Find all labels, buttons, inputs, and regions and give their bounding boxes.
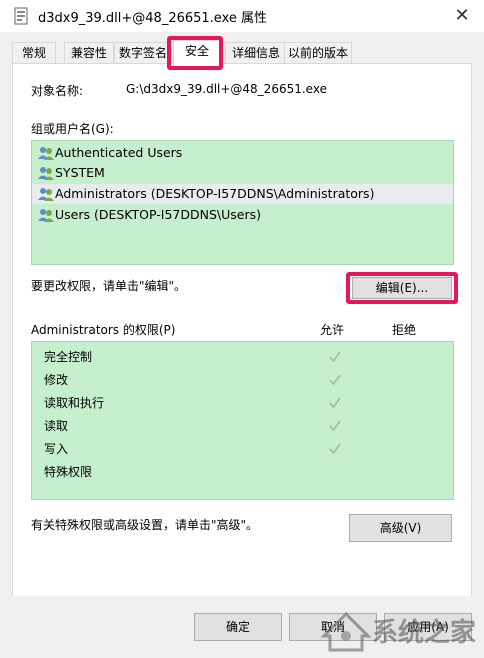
permissions-listbox: 完全控制 修改 读取和执行 读取 写入 特殊权限 <box>31 341 454 500</box>
permission-name: 特殊权限 <box>44 465 93 479</box>
check-icon <box>329 443 341 455</box>
permission-name: 读取 <box>44 419 69 433</box>
edit-hint: 要更改权限，请单击"编辑"。 <box>31 279 187 293</box>
list-item[interactable]: SYSTEM <box>32 163 453 183</box>
check-icon <box>329 351 341 363</box>
permission-row: 特殊权限 <box>32 461 453 483</box>
advanced-hint: 有关特殊权限或高级设置，请单击"高级"。 <box>31 518 259 532</box>
title-bar: d3dx9_39.dll+@48_26651.exe 属性 ✕ <box>0 0 484 32</box>
check-icon <box>329 397 341 409</box>
permission-name: 修改 <box>44 373 69 387</box>
object-name-value: G:\d3dx9_39.dll+@48_26651.exe <box>126 82 327 96</box>
user-name: Authenticated Users <box>55 145 183 160</box>
list-item[interactable]: Authenticated Users <box>32 143 453 163</box>
tab-digital-signatures[interactable]: 数字签名 <box>114 42 172 63</box>
permission-row: 修改 <box>32 369 453 391</box>
tab-previous-versions[interactable]: 以前的版本 <box>284 42 352 63</box>
permission-name: 读取和执行 <box>44 396 105 410</box>
permission-row: 读取 <box>32 415 453 437</box>
list-item[interactable]: Users (DESKTOP-I57DDNS\Users) <box>32 205 453 225</box>
advanced-button[interactable]: 高级(V) <box>349 514 452 542</box>
edit-button[interactable]: 编辑(E)... <box>352 277 452 299</box>
permission-name: 写入 <box>44 442 69 456</box>
tab-details[interactable]: 详细信息 <box>225 42 287 63</box>
users-listbox[interactable]: Authenticated Users SYSTEM Administrator… <box>31 140 454 265</box>
user-name: Users (DESKTOP-I57DDNS\Users) <box>55 207 262 222</box>
group-users-label: 组或用户名(G): <box>31 122 114 136</box>
ok-button[interactable]: 确定 <box>194 613 282 641</box>
watermark-text: 系统之家 <box>372 618 477 648</box>
list-item-selected[interactable]: Administrators (DESKTOP-I57DDNS\Administ… <box>32 184 453 204</box>
permission-row: 写入 <box>32 438 453 460</box>
permissions-label: Administrators 的权限(P) <box>31 323 176 337</box>
permission-row: 读取和执行 <box>32 392 453 414</box>
users-icon <box>38 147 54 160</box>
window-title: d3dx9_39.dll+@48_26651.exe 属性 <box>38 11 268 26</box>
exe-file-icon <box>14 7 28 25</box>
users-icon <box>38 188 54 201</box>
watermark-logo: 系统之家 <box>318 606 482 652</box>
close-icon[interactable]: ✕ <box>452 6 472 26</box>
permission-name: 完全控制 <box>44 350 93 364</box>
users-icon <box>38 167 54 180</box>
permission-row: 完全控制 <box>32 346 453 368</box>
allow-header: 允许 <box>320 323 345 337</box>
check-icon <box>329 374 341 386</box>
tab-compatibility[interactable]: 兼容性 <box>64 42 114 63</box>
user-name: SYSTEM <box>55 165 105 180</box>
user-name: Administrators (DESKTOP-I57DDNS\Administ… <box>55 186 375 201</box>
object-name-label: 对象名称: <box>31 84 84 98</box>
tab-general[interactable]: 常规 <box>12 42 56 63</box>
users-icon <box>38 209 54 222</box>
check-icon <box>329 420 341 432</box>
security-tab-highlight <box>167 36 223 70</box>
deny-header: 拒绝 <box>392 323 417 337</box>
